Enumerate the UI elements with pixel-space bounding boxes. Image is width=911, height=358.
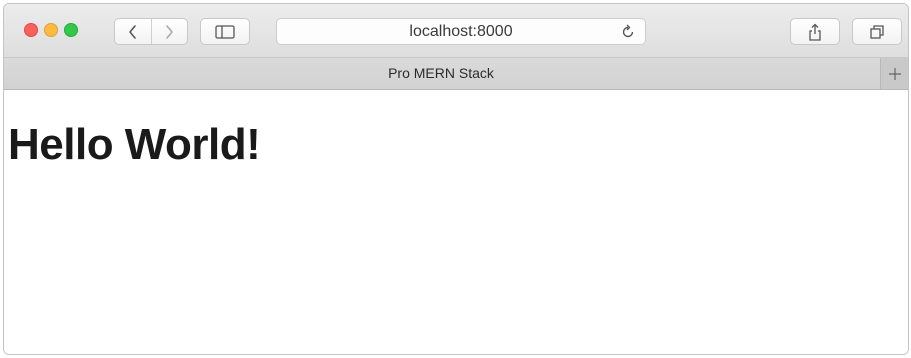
sidebar-button[interactable]	[200, 18, 250, 45]
tabs-overview-icon	[870, 24, 884, 39]
browser-window: localhost:8000 Pro MERN Stack Hello Worl…	[3, 3, 909, 355]
reload-icon[interactable]	[619, 23, 637, 41]
maximize-window-button[interactable]	[64, 23, 78, 37]
forward-button[interactable]	[152, 19, 188, 44]
sidebar-icon	[215, 24, 235, 39]
page-content: Hello World!	[4, 90, 908, 354]
share-button[interactable]	[790, 18, 840, 45]
minimize-window-button[interactable]	[44, 23, 58, 37]
address-bar[interactable]: localhost:8000	[276, 18, 646, 45]
tab-bar: Pro MERN Stack	[4, 58, 908, 90]
share-icon	[809, 23, 821, 41]
forward-icon	[166, 24, 174, 39]
new-tab-button[interactable]	[880, 58, 908, 89]
navigation-buttons	[114, 18, 188, 45]
close-window-button[interactable]	[24, 23, 38, 37]
back-icon	[128, 24, 136, 39]
tabs-overview-button[interactable]	[852, 18, 902, 45]
browser-toolbar: localhost:8000	[4, 4, 908, 58]
address-text: localhost:8000	[409, 23, 513, 40]
plus-icon	[888, 67, 901, 80]
tab-pro-mern-stack[interactable]: Pro MERN Stack	[4, 58, 878, 89]
back-button[interactable]	[115, 19, 152, 44]
page-heading: Hello World!	[8, 120, 261, 169]
